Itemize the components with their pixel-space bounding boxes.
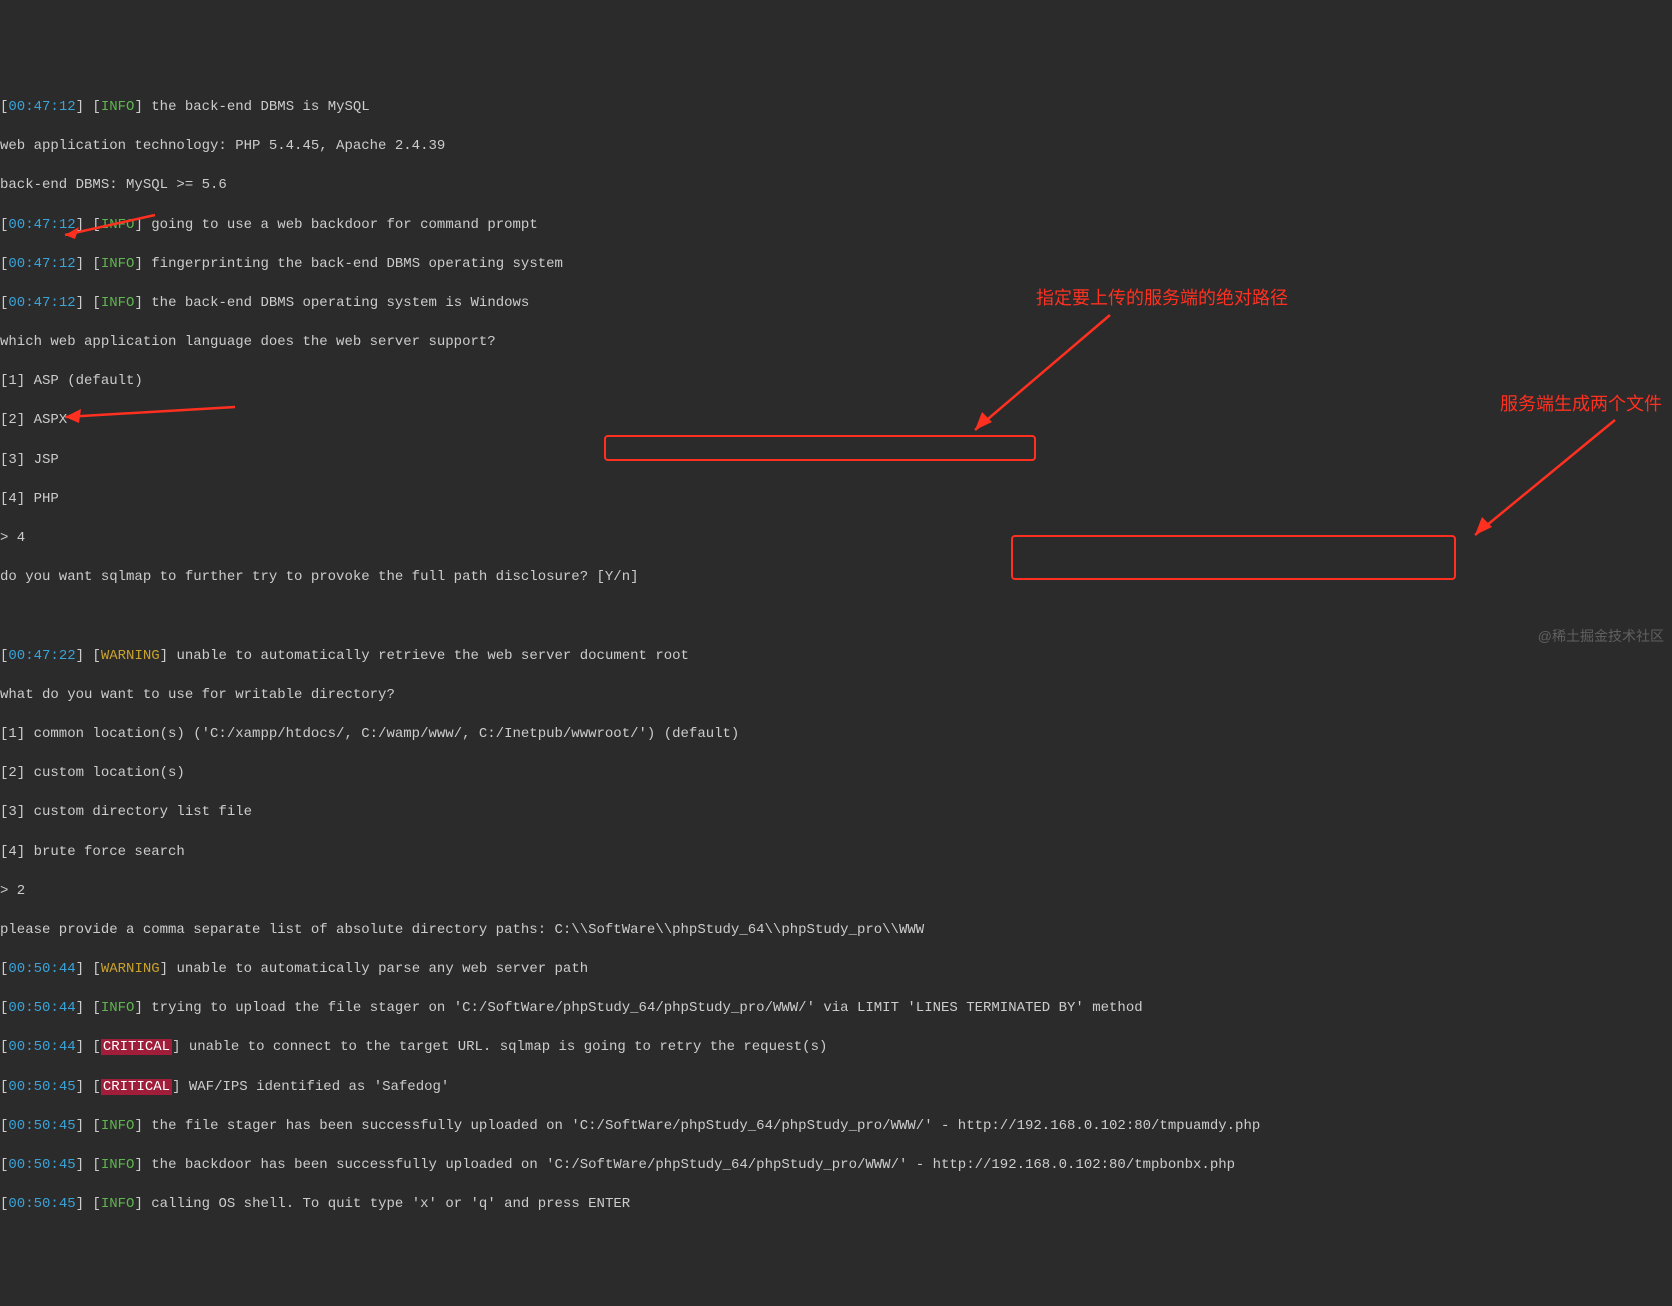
log-line: [00:50:45] [INFO] the file stager has be… — [0, 1117, 1672, 1137]
log-line: [00:47:12] [INFO] the back-end DBMS is M… — [0, 98, 1672, 118]
prompt-question: what do you want to use for writable dir… — [0, 686, 1672, 706]
watermark-text: @稀土掘金技术社区 — [1538, 627, 1664, 647]
log-line: [00:47:12] [INFO] fingerprinting the bac… — [0, 255, 1672, 275]
log-line: [00:50:45] [INFO] the backdoor has been … — [0, 1156, 1672, 1176]
blank-line — [0, 607, 1672, 627]
log-line: [00:47:12] [INFO] going to use a web bac… — [0, 216, 1672, 236]
highlight-box-urls — [1011, 535, 1456, 580]
log-line: [00:50:44] [WARNING] unable to automatic… — [0, 960, 1672, 980]
option-2: [2] ASPX — [0, 411, 1672, 431]
log-line: web application technology: PHP 5.4.45, … — [0, 137, 1672, 157]
option-4: [4] PHP — [0, 490, 1672, 510]
log-line: [00:50:44] [CRITICAL] unable to connect … — [0, 1038, 1672, 1058]
option-3: [3] custom directory list file — [0, 803, 1672, 823]
log-line: [00:47:12] [INFO] the back-end DBMS oper… — [0, 294, 1672, 314]
highlight-box-path — [604, 435, 1036, 461]
annotation-upload-path: 指定要上传的服务端的绝对路径 — [1036, 286, 1288, 311]
log-line: [00:50:44] [INFO] trying to upload the f… — [0, 999, 1672, 1019]
log-line: [00:50:45] [INFO] calling OS shell. To q… — [0, 1195, 1672, 1215]
option-1: [1] common location(s) ('C:/xampp/htdocs… — [0, 725, 1672, 745]
log-line: [00:47:22] [WARNING] unable to automatic… — [0, 647, 1672, 667]
annotation-two-files: 服务端生成两个文件 — [1500, 392, 1662, 417]
prompt-question: which web application language does the … — [0, 333, 1672, 353]
prompt-path-input[interactable]: please provide a comma separate list of … — [0, 921, 1672, 941]
user-input[interactable]: > 2 — [0, 882, 1672, 902]
log-line: back-end DBMS: MySQL >= 5.6 — [0, 176, 1672, 196]
option-2: [2] custom location(s) — [0, 764, 1672, 784]
option-1: [1] ASP (default) — [0, 372, 1672, 392]
terminal-output: [00:47:12] [INFO] the back-end DBMS is M… — [0, 78, 1672, 1234]
option-4: [4] brute force search — [0, 843, 1672, 863]
log-line: [00:50:45] [CRITICAL] WAF/IPS identified… — [0, 1078, 1672, 1098]
